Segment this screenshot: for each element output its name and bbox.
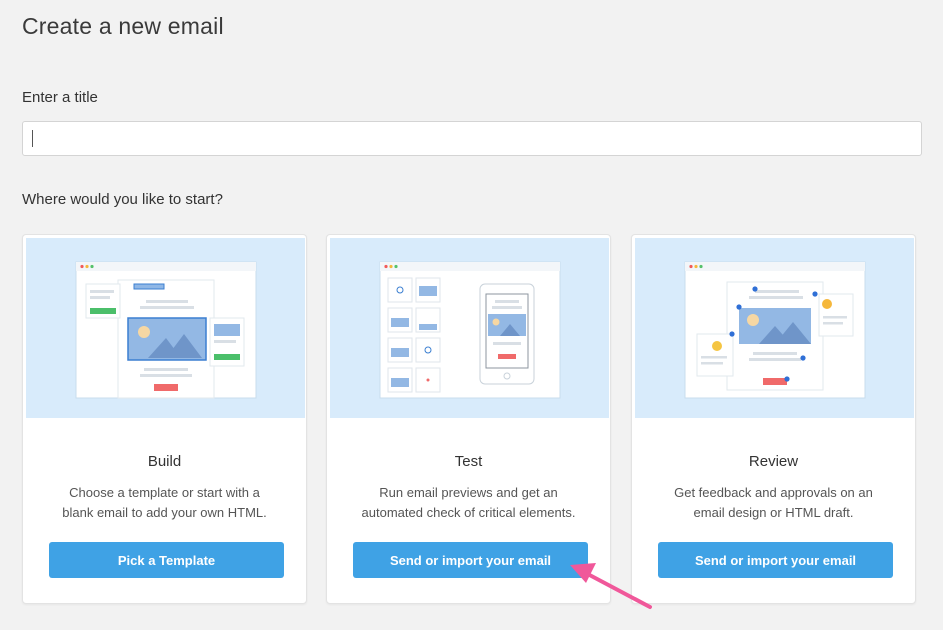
card-desc-line: Choose a template or start with a	[69, 485, 260, 500]
card-desc-line: Run email previews and get an	[379, 485, 558, 500]
title-field-label: Enter a title	[22, 89, 98, 106]
card-desc-line: email design or HTML draft.	[693, 505, 854, 520]
pick-template-button[interactable]: Pick a Template	[49, 542, 284, 578]
card-desc-line: automated check of critical elements.	[361, 505, 576, 520]
card-title-build: Build	[147, 453, 182, 470]
text-caret	[32, 130, 33, 147]
pointer-arrow-icon	[570, 563, 652, 609]
card-review: Review Get feedback and approvals on an …	[631, 234, 916, 604]
review-illustration	[635, 238, 914, 418]
card-desc-line: Get feedback and approvals on an	[674, 485, 873, 500]
title-input[interactable]	[22, 121, 922, 156]
card-title-review: Review	[748, 453, 799, 470]
card-desc-review: Get feedback and approvals on an email d…	[652, 483, 895, 523]
start-section-label: Where would you like to start?	[22, 191, 223, 208]
send-import-email-button-review[interactable]: Send or import your email	[658, 542, 893, 578]
card-desc-test: Run email previews and get an automated …	[347, 483, 590, 523]
card-desc-build: Choose a template or start with a blank …	[43, 483, 286, 523]
card-test: Test Run email previews and get an autom…	[326, 234, 611, 604]
send-import-email-button-test[interactable]: Send or import your email	[353, 542, 588, 578]
card-desc-line: blank email to add your own HTML.	[62, 505, 267, 520]
card-title-test: Test	[454, 453, 483, 470]
build-illustration	[26, 238, 305, 418]
page-title: Create a new email	[22, 13, 224, 39]
test-illustration	[330, 238, 609, 418]
card-build: Build Choose a template or start with a …	[22, 234, 307, 604]
